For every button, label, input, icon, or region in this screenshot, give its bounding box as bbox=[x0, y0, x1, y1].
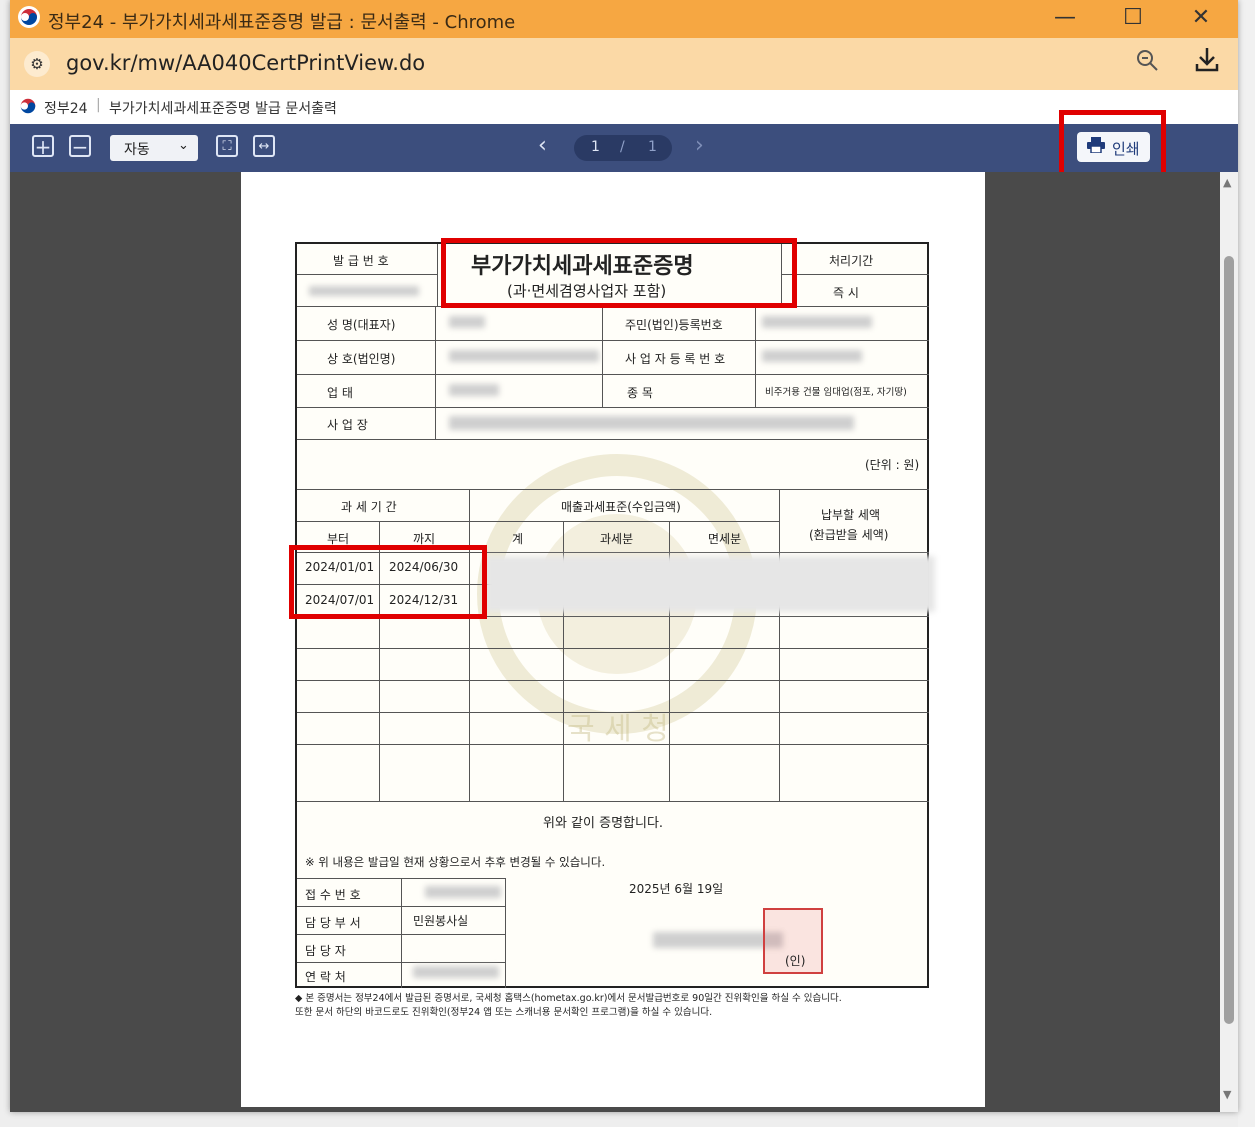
dept-label: 담 당 부 서 bbox=[305, 916, 361, 930]
blur-address bbox=[449, 416, 854, 430]
background-page bbox=[1238, 0, 1255, 1127]
item-label: 종 목 bbox=[627, 386, 653, 400]
fit-page-icon[interactable]: ⛶ bbox=[216, 135, 238, 157]
korea-emblem-icon bbox=[18, 6, 40, 28]
zoom-select[interactable]: 자동 ⌄ bbox=[110, 135, 198, 161]
close-icon[interactable]: ✕ bbox=[1178, 4, 1224, 32]
highlight-title bbox=[441, 238, 797, 308]
issue-no-value bbox=[309, 286, 419, 296]
scrollbar[interactable]: ▲ ▼ bbox=[1220, 172, 1238, 1112]
site-settings-icon[interactable]: ⚙ bbox=[24, 51, 50, 77]
popup-window: 정부24 - 부가가치세과세표준증명 발급 : 문서출력 - Chrome — … bbox=[10, 0, 1238, 1112]
page-current-input[interactable]: 1 bbox=[591, 139, 600, 155]
tax-period-header: 과 세 기 간 bbox=[341, 500, 397, 514]
item-value: 비주거용 건물 임대업(점포, 자기땅) bbox=[765, 387, 907, 398]
pdf-toolbar: + − 자동 ⌄ ⛶ ↔ ‹ 1 / 1 › 인쇄 bbox=[10, 124, 1238, 172]
page-separator: / bbox=[620, 139, 625, 155]
blur-reg bbox=[762, 316, 872, 328]
blur-company bbox=[449, 350, 599, 362]
prev-page-button[interactable]: ‹ bbox=[538, 133, 547, 158]
issue-date: 2025년 6월 19일 bbox=[629, 882, 724, 896]
title-bar: 정부24 - 부가가치세과세표준증명 발급 : 문서출력 - Chrome — … bbox=[10, 0, 1238, 38]
blur-type bbox=[449, 384, 499, 396]
name-label: 성 명(대표자) bbox=[327, 318, 396, 332]
fit-width-icon[interactable]: ↔ bbox=[253, 135, 275, 157]
sales-header: 매출과세표준(수입금액) bbox=[561, 500, 681, 514]
document-title: 부가가치세과세표준증명 발급 문서출력 bbox=[109, 101, 337, 117]
period-label: 처리기간 bbox=[829, 254, 874, 268]
blur-amounts bbox=[485, 556, 935, 612]
download-icon[interactable] bbox=[1190, 44, 1224, 78]
certify-text: 위와 같이 증명합니다. bbox=[543, 816, 664, 831]
blur-receipt bbox=[425, 886, 501, 898]
page-header: 정부24 | 부가가치세과세표준증명 발급 문서출력 bbox=[10, 90, 1238, 125]
blur-biz bbox=[762, 350, 862, 362]
address-bar: ⚙ gov.kr/mw/AA040CertPrintView.do bbox=[10, 38, 1238, 90]
footnote-line2: 또한 문서 하단의 바코드로도 진위확인(정부24 앱 또는 스캐너용 문서확인… bbox=[295, 1007, 713, 1018]
next-page-button[interactable]: › bbox=[695, 133, 704, 158]
period-value: 즉 시 bbox=[833, 286, 859, 300]
business-type-label: 업 태 bbox=[327, 386, 353, 400]
gov24-logo-icon bbox=[18, 96, 38, 116]
receipt-label: 접 수 번 호 bbox=[305, 888, 361, 902]
zoom-icon[interactable] bbox=[1135, 48, 1159, 78]
watermark-text: 국 세 청 bbox=[567, 712, 669, 747]
footnote-line1: ◆ 본 증명서는 정부24에서 발급된 증명서로, 국세청 홈택스(hometa… bbox=[295, 993, 842, 1004]
zoom-out-button[interactable]: − bbox=[69, 135, 91, 157]
zoom-in-button[interactable]: + bbox=[32, 135, 54, 157]
page-indicator: 1 / 1 bbox=[574, 135, 672, 161]
highlight-print bbox=[1059, 110, 1166, 180]
taxable-header: 과세분 bbox=[600, 532, 634, 546]
blur-name bbox=[449, 316, 485, 328]
highlight-periods bbox=[289, 545, 487, 619]
scroll-down-icon[interactable]: ▼ bbox=[1223, 1088, 1231, 1101]
pdf-page: 국 세 청 발 급 번 호 부가가치세과세표준증명 (과·면세겸영사업자 포함)… bbox=[241, 172, 985, 1107]
biz-no-label: 사 업 자 등 록 번 호 bbox=[625, 352, 726, 366]
dept-value: 민원봉사실 bbox=[413, 914, 469, 928]
total-header: 계 bbox=[512, 532, 524, 546]
blur-contact bbox=[413, 966, 499, 978]
zoom-value: 자동 bbox=[124, 142, 150, 158]
site-name[interactable]: 정부24 bbox=[44, 98, 88, 118]
window-title: 정부24 - 부가가치세과세표준증명 발급 : 문서출력 - Chrome bbox=[48, 12, 516, 33]
minimize-icon[interactable]: — bbox=[1042, 4, 1088, 32]
chevron-down-icon: ⌄ bbox=[178, 138, 189, 153]
contact-label: 연 락 처 bbox=[305, 970, 346, 984]
maximize-icon[interactable]: ☐ bbox=[1110, 4, 1156, 32]
seal-label: (인) bbox=[785, 954, 806, 968]
reg-no-label: 주민(법인)등록번호 bbox=[625, 318, 723, 332]
exempt-header: 면세분 bbox=[708, 532, 742, 546]
page-total: 1 bbox=[648, 139, 657, 155]
payable-sub-header: (환급받을 세액) bbox=[809, 528, 889, 542]
workplace-label: 사 업 장 bbox=[327, 418, 368, 432]
footnote: ◆ 본 증명서는 정부24에서 발급된 증명서로, 국세청 홈택스(hometa… bbox=[295, 992, 935, 1020]
scroll-thumb[interactable] bbox=[1224, 256, 1234, 1024]
payable-header: 납부할 세액 bbox=[821, 508, 881, 522]
scroll-up-icon[interactable]: ▲ bbox=[1223, 176, 1231, 189]
issue-no-label: 발 급 번 호 bbox=[333, 254, 389, 268]
notice-text: ※ 위 내용은 발급일 현재 상황으로서 추후 변경될 수 있습니다. bbox=[305, 855, 606, 869]
separator: | bbox=[96, 97, 101, 113]
url-text[interactable]: gov.kr/mw/AA040CertPrintView.do bbox=[66, 51, 425, 75]
person-label: 담 당 자 bbox=[305, 944, 346, 958]
company-label: 상 호(법인명) bbox=[327, 352, 396, 366]
unit-label: (단위 : 원) bbox=[865, 458, 920, 472]
